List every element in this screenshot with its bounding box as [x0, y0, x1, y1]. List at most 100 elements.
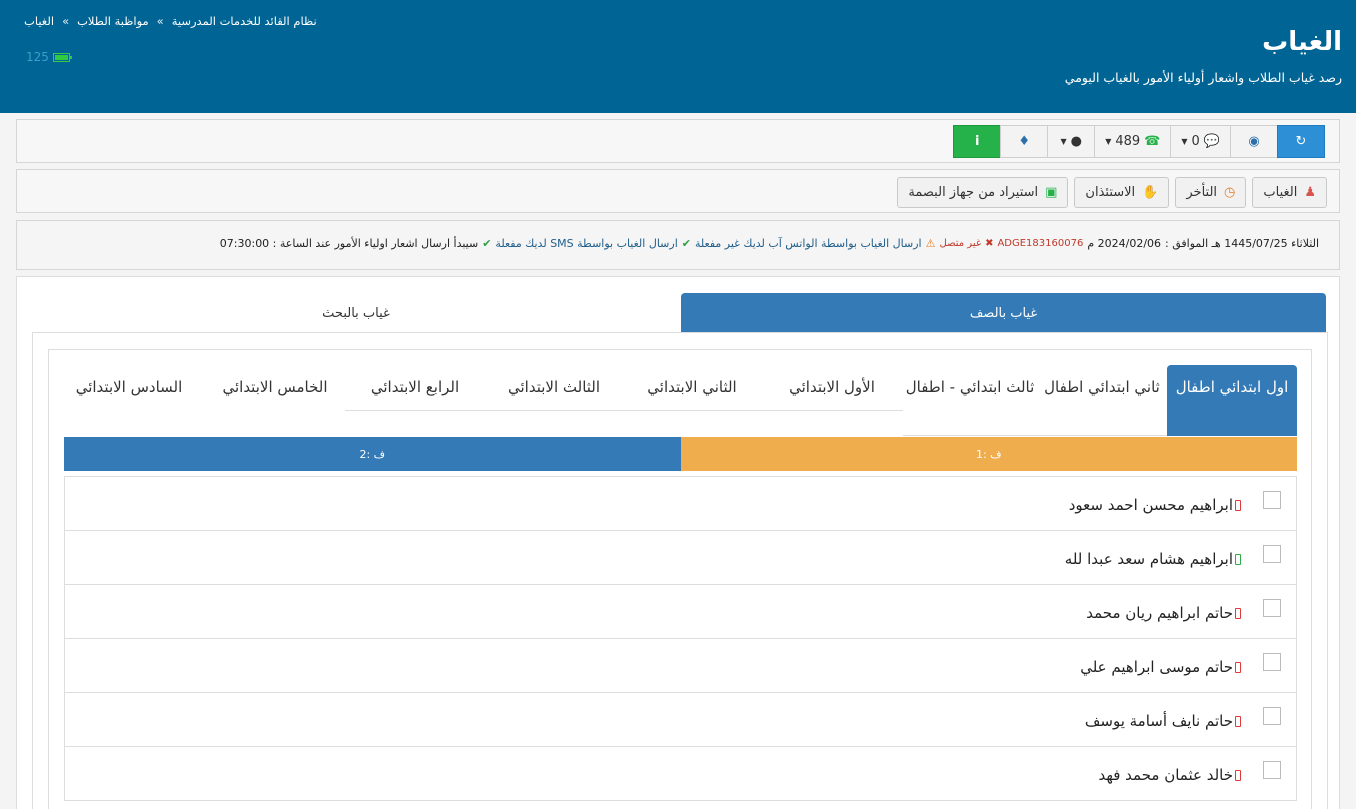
student-checkbox[interactable] [1263, 707, 1281, 725]
student-name-text: ابراهيم هشام سعد عبدا لله [1064, 550, 1233, 568]
permission-button[interactable]: ✋ الاستئذان [1074, 177, 1170, 208]
student-row[interactable]: خالد عثمان محمد فهد [64, 746, 1297, 801]
absence-label: الغياب [1263, 185, 1298, 200]
grade-tab-third[interactable]: الثالث الابتدائي [485, 365, 623, 436]
student-list: ابراهيم محسن احمد سعود ابراهيم هشام سعد … [64, 476, 1297, 801]
check-icon: ✔ [482, 237, 492, 250]
grade-tab-underline [903, 435, 1037, 436]
chevron-down-icon: ▼ [1060, 137, 1067, 146]
grade-tab-underline [1037, 435, 1167, 436]
absence-button[interactable]: ♟ الغياب [1252, 177, 1327, 208]
battery-indicator: 125 [26, 50, 72, 64]
info-button[interactable]: i [953, 125, 1002, 158]
student-checkbox[interactable] [1263, 545, 1281, 563]
refresh-button[interactable]: ↻ [1277, 125, 1325, 158]
breadcrumb-section[interactable]: مواظبة الطلاب [77, 14, 149, 28]
student-row[interactable]: حاتم موسى ابراهيم علي [64, 638, 1297, 693]
user-menu-button[interactable]: ● ▼ [1047, 125, 1096, 158]
monitor-icon: ▣ [1045, 185, 1058, 200]
ticket-icon: ♦ [1018, 134, 1031, 149]
student-row[interactable]: ابراهيم هشام سعد عبدا لله [64, 530, 1297, 585]
grade-tab-underline [345, 410, 903, 411]
date-hijri: الثلاثاء 1445/07/25 هـ الموافق : [1165, 237, 1319, 250]
student-checkbox[interactable] [1263, 599, 1281, 617]
toolbar-bar: ↻ ◉ 💬 0 ▼ ☎ 489 ▼ ● ▼ ♦ i [16, 119, 1340, 163]
student-name: حاتم موسى ابراهيم علي [1080, 658, 1241, 676]
tab-absence-by-search[interactable]: غياب بالبحث [31, 293, 681, 333]
breadcrumb-separator: » [156, 14, 164, 28]
student-name-text: خالد عثمان محمد فهد [1098, 766, 1233, 784]
student-name: ابراهيم هشام سعد عبدا لله [1065, 550, 1241, 568]
info-icon: i [974, 134, 980, 149]
actions-bar: ♟ الغياب ◷ التأخر ✋ الاستئذان ▣ استيراد … [16, 169, 1340, 213]
grade-tab-fourth[interactable]: الرابع الابتدائي [345, 365, 485, 436]
info-bar: الثلاثاء 1445/07/25 هـ الموافق : 2024/02… [16, 220, 1340, 270]
grade-tab-3-kg[interactable]: ثالث ابتدائي - اطفال [903, 365, 1037, 436]
grade-tab-first[interactable]: الأول الابتدائي [761, 365, 903, 436]
late-button[interactable]: ◷ التأخر [1175, 177, 1247, 208]
whatsapp-counter-button[interactable]: ☎ 489 ▼ [1094, 125, 1172, 158]
chevron-down-icon: ▼ [1181, 137, 1188, 146]
student-name: حاتم ابراهيم ريان محمد [1086, 604, 1241, 622]
mobile-icon [1235, 607, 1241, 619]
refresh-icon: ↻ [1295, 134, 1307, 149]
breadcrumb-home[interactable]: نظام القائد للخدمات المدرسية [172, 14, 317, 28]
grade-tab-second[interactable]: الثاني الابتدائي [623, 365, 761, 436]
battery-icon [52, 52, 72, 62]
mobile-icon [1235, 661, 1241, 673]
date-gregorian: 2024/02/06 م [1087, 237, 1162, 250]
grade-tab-2-kg[interactable]: ثاني ابتدائي اطفال [1037, 365, 1167, 436]
toolbar: ↻ ◉ 💬 0 ▼ ☎ 489 ▼ ● ▼ ♦ i [953, 125, 1325, 158]
dashboard-icon: ◉ [1248, 134, 1260, 149]
student-checkbox[interactable] [1263, 761, 1281, 779]
sms-count: 0 [1191, 134, 1200, 149]
page-subtitle: رصد غياب الطلاب واشعار أولياء الأمور بال… [1064, 70, 1342, 85]
breadcrumb-current: الغياب [24, 14, 55, 28]
info-line: الثلاثاء 1445/07/25 هـ الموافق : 2024/02… [220, 237, 1319, 250]
grade-tab-fifth[interactable]: الخامس الابتدائي [220, 365, 330, 436]
student-name: خالد عثمان محمد فهد [1098, 766, 1241, 784]
student-row[interactable]: حاتم ابراهيم ريان محمد [64, 584, 1297, 639]
student-name: حاتم نايف أسامة يوسف [1085, 712, 1241, 730]
student-name-text: ابراهيم محسن احمد سعود [1068, 496, 1233, 514]
grade-tab-sixth[interactable]: السادس الابتدائي [74, 365, 184, 436]
late-label: التأخر [1186, 185, 1218, 200]
student-name-text: حاتم ابراهيم ريان محمد [1086, 604, 1233, 622]
whatsapp-count: 489 [1115, 134, 1141, 149]
actions: ♟ الغياب ◷ التأخر ✋ الاستئذان ▣ استيراد … [897, 177, 1327, 208]
mobile-icon [1235, 715, 1241, 727]
student-row[interactable]: حاتم نايف أسامة يوسف [64, 692, 1297, 747]
student-checkbox[interactable] [1263, 653, 1281, 671]
main-panel: غياب بالصف غياب بالبحث اول ابتدائي اطفال… [16, 276, 1340, 809]
student-checkbox[interactable] [1263, 491, 1281, 509]
battery-value: 125 [26, 50, 49, 64]
class-bar: ف :1 ف :2 [64, 437, 1297, 471]
dashboard-button[interactable]: ◉ [1230, 125, 1278, 158]
clock-icon: ◷ [1224, 185, 1236, 200]
sms-counter-button[interactable]: 💬 0 ▼ [1170, 125, 1231, 158]
student-row[interactable]: ابراهيم محسن احمد سعود [64, 476, 1297, 531]
import-fingerprint-button[interactable]: ▣ استيراد من جهاز البصمة [897, 177, 1069, 208]
class-2-tab[interactable]: ف :2 [64, 437, 681, 471]
grade-tab-1-kg[interactable]: اول ابتدائي اطفال [1167, 365, 1297, 436]
page-header: نظام القائد للخدمات المدرسية » مواظبة ال… [0, 0, 1356, 113]
person-icon: ♟ [1304, 185, 1316, 200]
user-icon: ● [1070, 134, 1082, 149]
mobile-icon [1235, 499, 1241, 511]
tab-absence-by-class[interactable]: غياب بالصف [681, 293, 1326, 333]
class-1-tab[interactable]: ف :1 [680, 437, 1297, 471]
chat-icon: 💬 [1203, 134, 1220, 149]
warning-icon: ⚠ [925, 237, 936, 250]
grades-panel: اول ابتدائي اطفال ثاني ابتدائي اطفال ثال… [48, 349, 1312, 809]
student-name-text: حاتم موسى ابراهيم علي [1080, 658, 1233, 676]
unplugged-icon: ✖ [985, 238, 994, 249]
sms-status: ارسال الغياب بواسطة SMS لديك مفعلة [495, 237, 678, 250]
student-name-text: حاتم نايف أسامة يوسف [1084, 712, 1233, 730]
grade-tabs: اول ابتدائي اطفال ثاني ابتدائي اطفال ثال… [64, 365, 1297, 436]
ticket-button[interactable]: ♦ [1000, 125, 1049, 158]
student-name: ابراهيم محسن احمد سعود [1069, 496, 1241, 514]
whatsapp-icon: ☎ [1144, 134, 1161, 149]
check-icon: ✔ [681, 237, 691, 250]
page-title: الغياب [1262, 27, 1342, 57]
device-id: ADGE183160076 [997, 238, 1084, 249]
